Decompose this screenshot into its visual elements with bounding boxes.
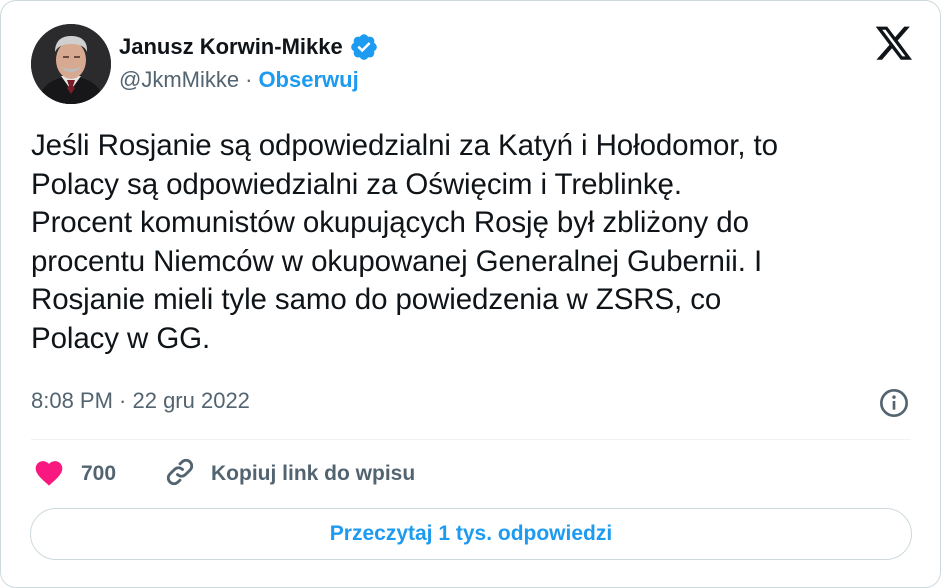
tweet-text: Jeśli Rosjanie są odpowiedzialni za Katy… <box>31 129 778 355</box>
like-count: 700 <box>81 462 117 485</box>
info-icon[interactable] <box>878 387 910 419</box>
heart-icon <box>33 457 65 492</box>
x-logo-icon[interactable] <box>874 25 914 63</box>
divider <box>31 439 911 440</box>
author-name-row: Janusz Korwin-Mikke <box>119 31 379 63</box>
like-button[interactable]: 700 <box>33 454 116 494</box>
author-name[interactable]: Janusz Korwin-Mikke <box>119 34 343 60</box>
author-handle[interactable]: @JkmMikke <box>119 67 239 93</box>
tweet-card: Janusz Korwin-Mikke @JkmMikke · Obserwuj… <box>0 0 941 588</box>
tweet-timestamp[interactable]: 8:08 PM · 22 gru 2022 <box>31 388 250 414</box>
separator-dot: · <box>245 67 253 92</box>
read-replies-label: Przeczytaj 1 tys. odpowiedzi <box>329 522 613 545</box>
avatar[interactable] <box>31 24 111 104</box>
author-handle-row: @JkmMikke · Obserwuj <box>119 67 359 93</box>
copy-link-label: Kopiuj link do wpisu <box>211 462 416 485</box>
avatar-image <box>31 24 111 104</box>
link-icon <box>163 455 197 494</box>
copy-link-button[interactable]: Kopiuj link do wpisu <box>163 454 415 494</box>
verified-badge-icon <box>349 32 379 62</box>
follow-button[interactable]: Obserwuj <box>258 67 358 93</box>
read-replies-button[interactable]: Przeczytaj 1 tys. odpowiedzi <box>30 508 912 560</box>
